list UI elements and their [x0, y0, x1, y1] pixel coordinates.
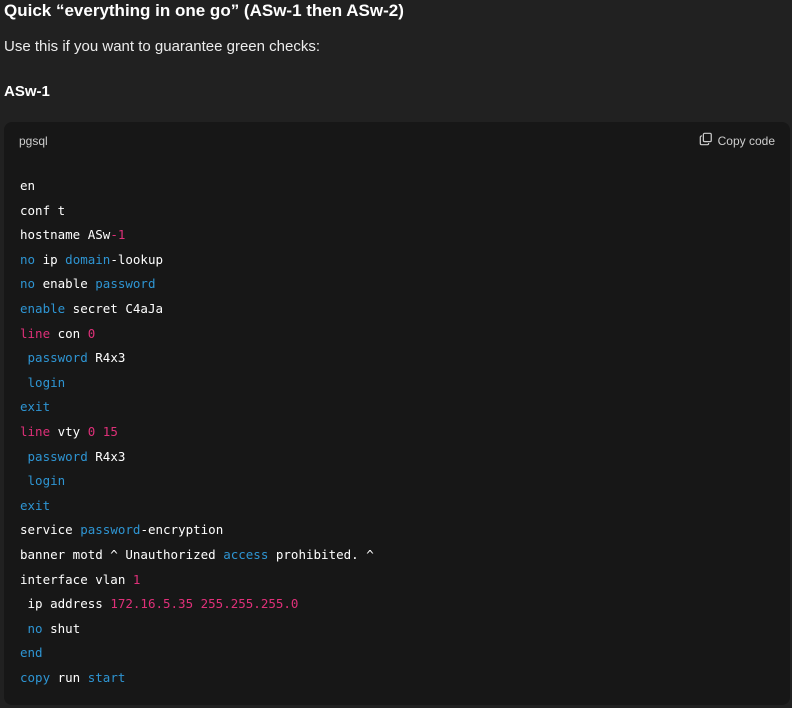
code-line: no enable password	[20, 272, 374, 297]
code-token: en	[20, 178, 36, 193]
code-token: banner motd ^ Unauthorized	[20, 546, 224, 562]
code-line: banner motd ^ Unauthorized access prohib…	[20, 543, 374, 568]
code-line: login	[20, 469, 374, 494]
code-block: pgsql Copy code en conf t hostname ASw-1 no…	[4, 122, 790, 705]
code-token: -encryption	[140, 522, 224, 538]
copy-icon	[699, 132, 713, 149]
code-token: 0	[87, 325, 96, 341]
code-line: interface vlan 1	[20, 568, 374, 593]
code-line: copy run start	[20, 666, 374, 691]
code-line: en	[20, 174, 374, 199]
code-token: con	[50, 325, 88, 341]
code-token: prohibited. ^	[268, 546, 374, 562]
code-token: enable	[35, 276, 96, 292]
section-heading: Quick “everything in one go” (ASw-1 then…	[4, 1, 404, 20]
copy-code-button[interactable]: Copy code	[699, 132, 775, 149]
code-token: start	[87, 669, 126, 685]
intro-text: Use this if you want to guarantee green …	[4, 38, 321, 55]
code-line: line vty 0 15	[20, 420, 374, 445]
code-line: enable secret C4aJa	[20, 297, 374, 322]
code-line: password R4x3	[20, 346, 374, 371]
code-token: R4x3	[87, 350, 126, 366]
code-token: no	[20, 251, 36, 267]
chat-message: Quick “everything in one go” (ASw-1 then…	[0, 0, 792, 708]
code-token: 172.16.5.35 255.255.255.0	[110, 596, 299, 612]
code-line: no ip domain-lookup	[20, 248, 374, 273]
code-language-label: pgsql	[19, 134, 48, 148]
code-token: run	[50, 669, 88, 685]
code-line: login	[20, 371, 374, 396]
code-token: login	[27, 374, 66, 390]
code-line: no shut	[20, 617, 374, 642]
code-token: domain	[65, 251, 111, 267]
code-token: -lookup	[110, 251, 164, 267]
code-token: hostname ASw	[20, 227, 111, 243]
code-token: ip address	[20, 596, 111, 612]
code-token: end	[20, 645, 43, 661]
code-token: line	[20, 423, 51, 439]
code-token: exit	[20, 497, 51, 513]
code-token: password	[27, 448, 88, 464]
code-token: password	[80, 522, 141, 538]
code-line: line con 0	[20, 322, 374, 347]
code-token: copy	[20, 669, 51, 685]
code-token: service	[20, 522, 81, 538]
code-token: no	[20, 276, 36, 292]
code-line: end	[20, 641, 374, 666]
code-token: password	[27, 350, 88, 366]
code-token: ip	[35, 251, 66, 267]
code-content[interactable]: en conf t hostname ASw-1 no ip domain-looku…	[20, 174, 374, 690]
code-line: exit	[20, 395, 374, 420]
code-token: line	[20, 325, 51, 341]
code-line: ip address 172.16.5.35 255.255.255.0	[20, 592, 374, 617]
code-token: login	[27, 473, 66, 489]
code-token: interface vlan	[20, 571, 133, 587]
code-token: password	[95, 276, 156, 292]
code-line: password R4x3	[20, 445, 374, 470]
code-token: secret C4aJa	[65, 300, 163, 316]
code-token: enable	[20, 300, 66, 316]
code-token: R4x3	[87, 448, 126, 464]
code-line: hostname ASw-1	[20, 223, 374, 248]
copy-code-label: Copy code	[717, 133, 775, 148]
code-token: no	[27, 620, 43, 636]
code-token: access	[223, 546, 269, 562]
code-token: 1	[132, 571, 141, 587]
code-line: service password-encryption	[20, 518, 374, 543]
code-token: -1	[110, 227, 126, 243]
code-token: conf t	[20, 202, 66, 218]
code-token: vty	[50, 423, 88, 439]
code-header: pgsql Copy code	[4, 122, 790, 160]
code-line: exit	[20, 494, 374, 519]
switch-subheading: ASw-1	[4, 83, 50, 100]
code-token: 0 15	[87, 423, 118, 439]
code-line: conf t	[20, 199, 374, 224]
code-token: shut	[42, 620, 81, 636]
code-token: exit	[20, 399, 51, 415]
